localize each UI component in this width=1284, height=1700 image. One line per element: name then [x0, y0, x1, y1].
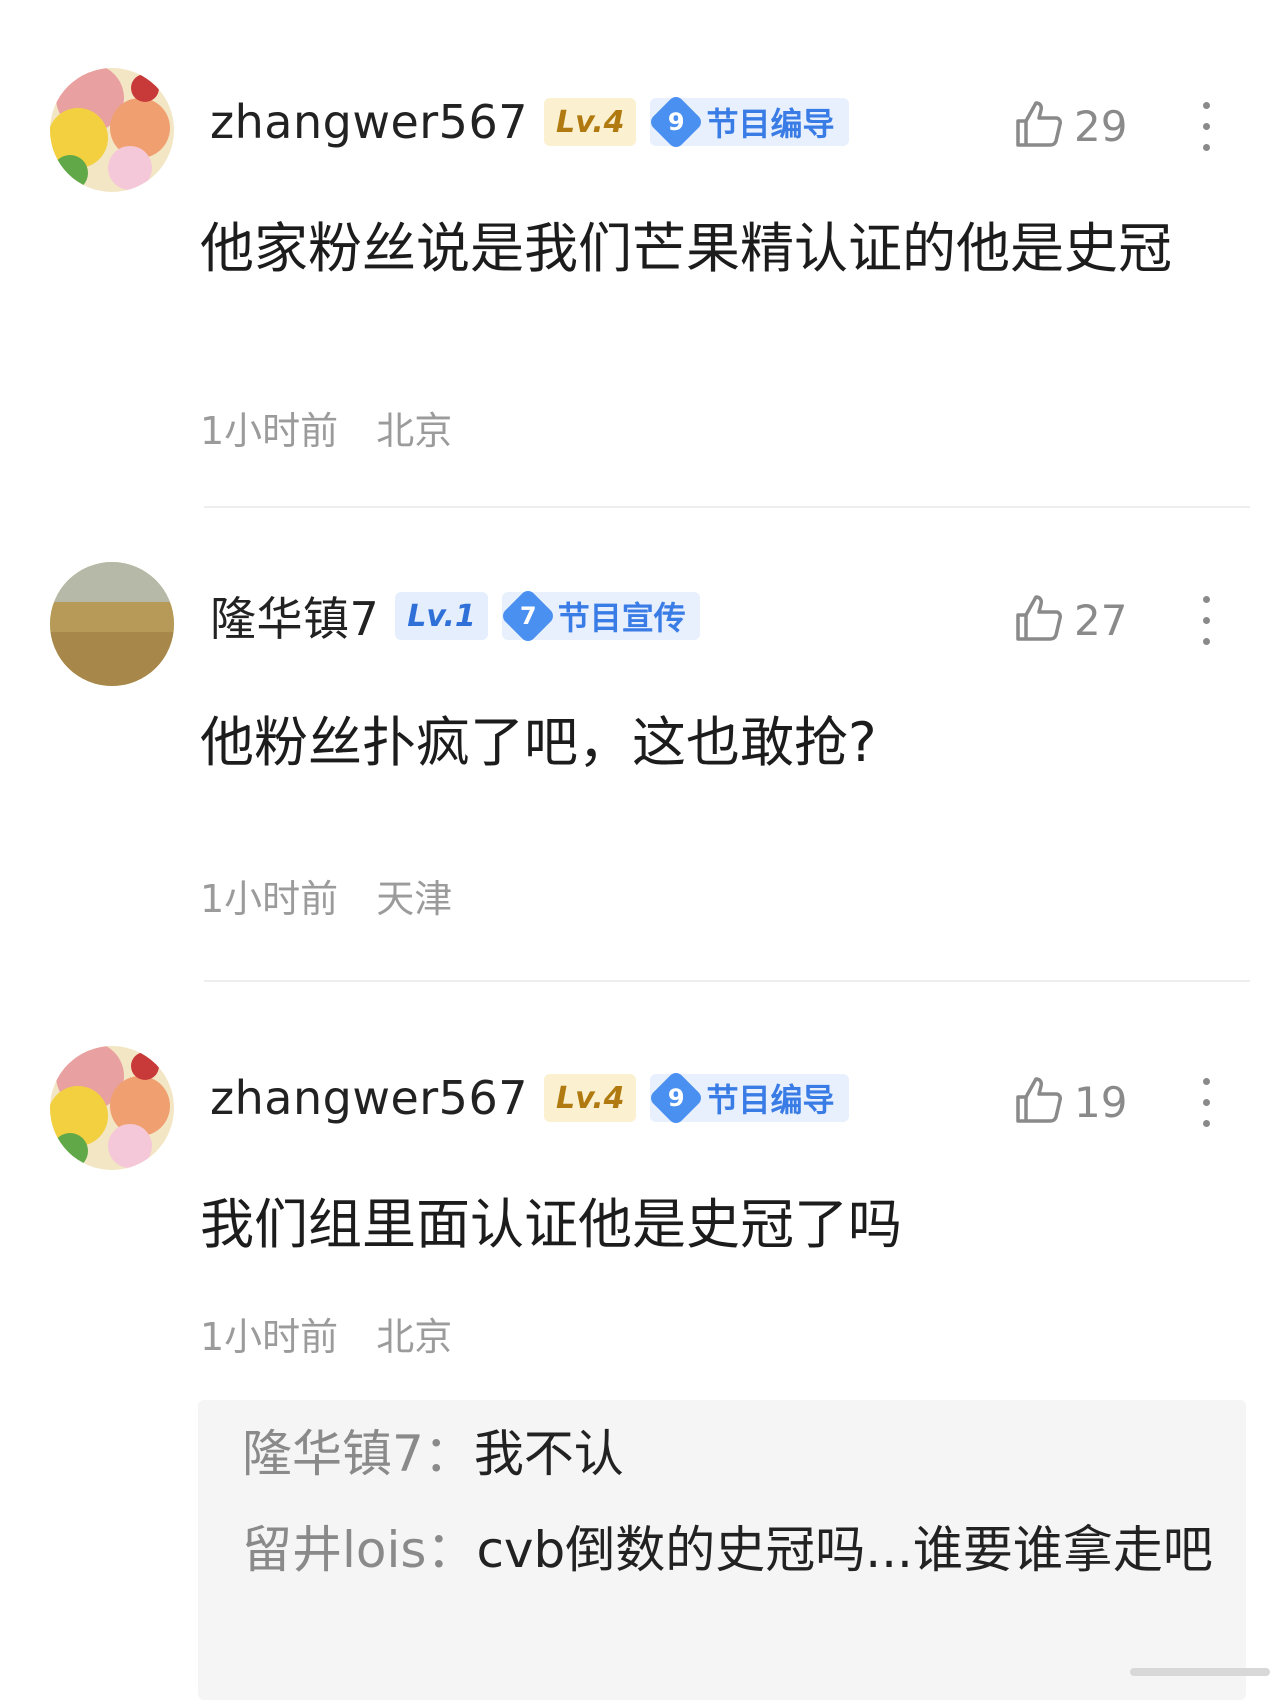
- reply-item[interactable]: 留井lois：cvb倒数的史冠吗...谁要谁拿走吧: [242, 1502, 1222, 1598]
- like-button[interactable]: 29: [1012, 96, 1127, 156]
- role-label: 节目宣传: [557, 599, 686, 637]
- like-count: 19: [1074, 1077, 1128, 1127]
- comment-time: 1小时前: [200, 1315, 339, 1359]
- reply-author[interactable]: 留井lois：: [242, 1521, 476, 1579]
- comment-text: 我们组里面认证他是史冠了吗: [200, 1193, 902, 1256]
- role-label: 节目编导: [706, 105, 835, 143]
- username[interactable]: zhangwer567: [210, 95, 528, 149]
- like-button[interactable]: 19: [1012, 1072, 1127, 1132]
- reply-text: 我不认: [473, 1425, 624, 1483]
- username[interactable]: zhangwer567: [210, 1071, 528, 1125]
- comment-meta: 1小时前 北京: [200, 1306, 452, 1361]
- level-badge: Lv.4: [543, 98, 637, 146]
- like-count: 27: [1074, 595, 1128, 645]
- comment-time: 1小时前: [200, 409, 339, 453]
- comment-meta: 1小时前 北京: [200, 400, 452, 455]
- home-indicator: [1130, 1668, 1270, 1676]
- level-badge: Lv.4: [543, 1074, 637, 1122]
- thumb-up-icon: [1012, 591, 1066, 649]
- role-label: 节目编导: [706, 1081, 835, 1119]
- diamond-icon: 9: [648, 1069, 705, 1127]
- avatar[interactable]: [50, 68, 174, 192]
- reply-text: cvb倒数的史冠吗...谁要谁拿走吧: [476, 1521, 1213, 1579]
- comment-location: 天津: [376, 877, 453, 921]
- comment-text: 他粉丝扑疯了吧，这也敢抢?: [200, 711, 877, 774]
- comment-meta: 1小时前 天津: [200, 868, 452, 923]
- comment-location: 北京: [376, 409, 453, 453]
- like-count: 29: [1074, 101, 1128, 151]
- like-button[interactable]: 27: [1012, 590, 1127, 650]
- reply-author[interactable]: 隆华镇7：: [242, 1425, 474, 1483]
- divider: [204, 980, 1250, 982]
- more-vertical-icon[interactable]: [1196, 96, 1216, 156]
- username[interactable]: 隆华镇7: [210, 583, 379, 649]
- comment-time: 1小时前: [200, 877, 339, 921]
- diamond-icon: 9: [648, 93, 705, 151]
- role-badge: 9 节目编导: [648, 93, 849, 151]
- diamond-icon: 7: [499, 587, 557, 645]
- role-badge: 7 节目宣传: [499, 587, 700, 645]
- more-vertical-icon[interactable]: [1196, 590, 1216, 650]
- reply-item[interactable]: 隆华镇7：我不认: [242, 1406, 1222, 1502]
- avatar[interactable]: [50, 562, 174, 686]
- avatar[interactable]: [50, 1046, 174, 1170]
- comment-location: 北京: [376, 1315, 453, 1359]
- thumb-up-icon: [1012, 97, 1066, 155]
- divider: [204, 506, 1250, 508]
- comment-text: 他家粉丝说是我们芒果精认证的他是史冠: [200, 217, 1172, 280]
- role-badge: 9 节目编导: [648, 1069, 849, 1127]
- thumb-up-icon: [1012, 1073, 1066, 1131]
- reply-thread[interactable]: 隆华镇7：我不认 留井lois：cvb倒数的史冠吗...谁要谁拿走吧: [198, 1400, 1246, 1700]
- more-vertical-icon[interactable]: [1196, 1072, 1216, 1132]
- level-badge: Lv.1: [395, 592, 488, 640]
